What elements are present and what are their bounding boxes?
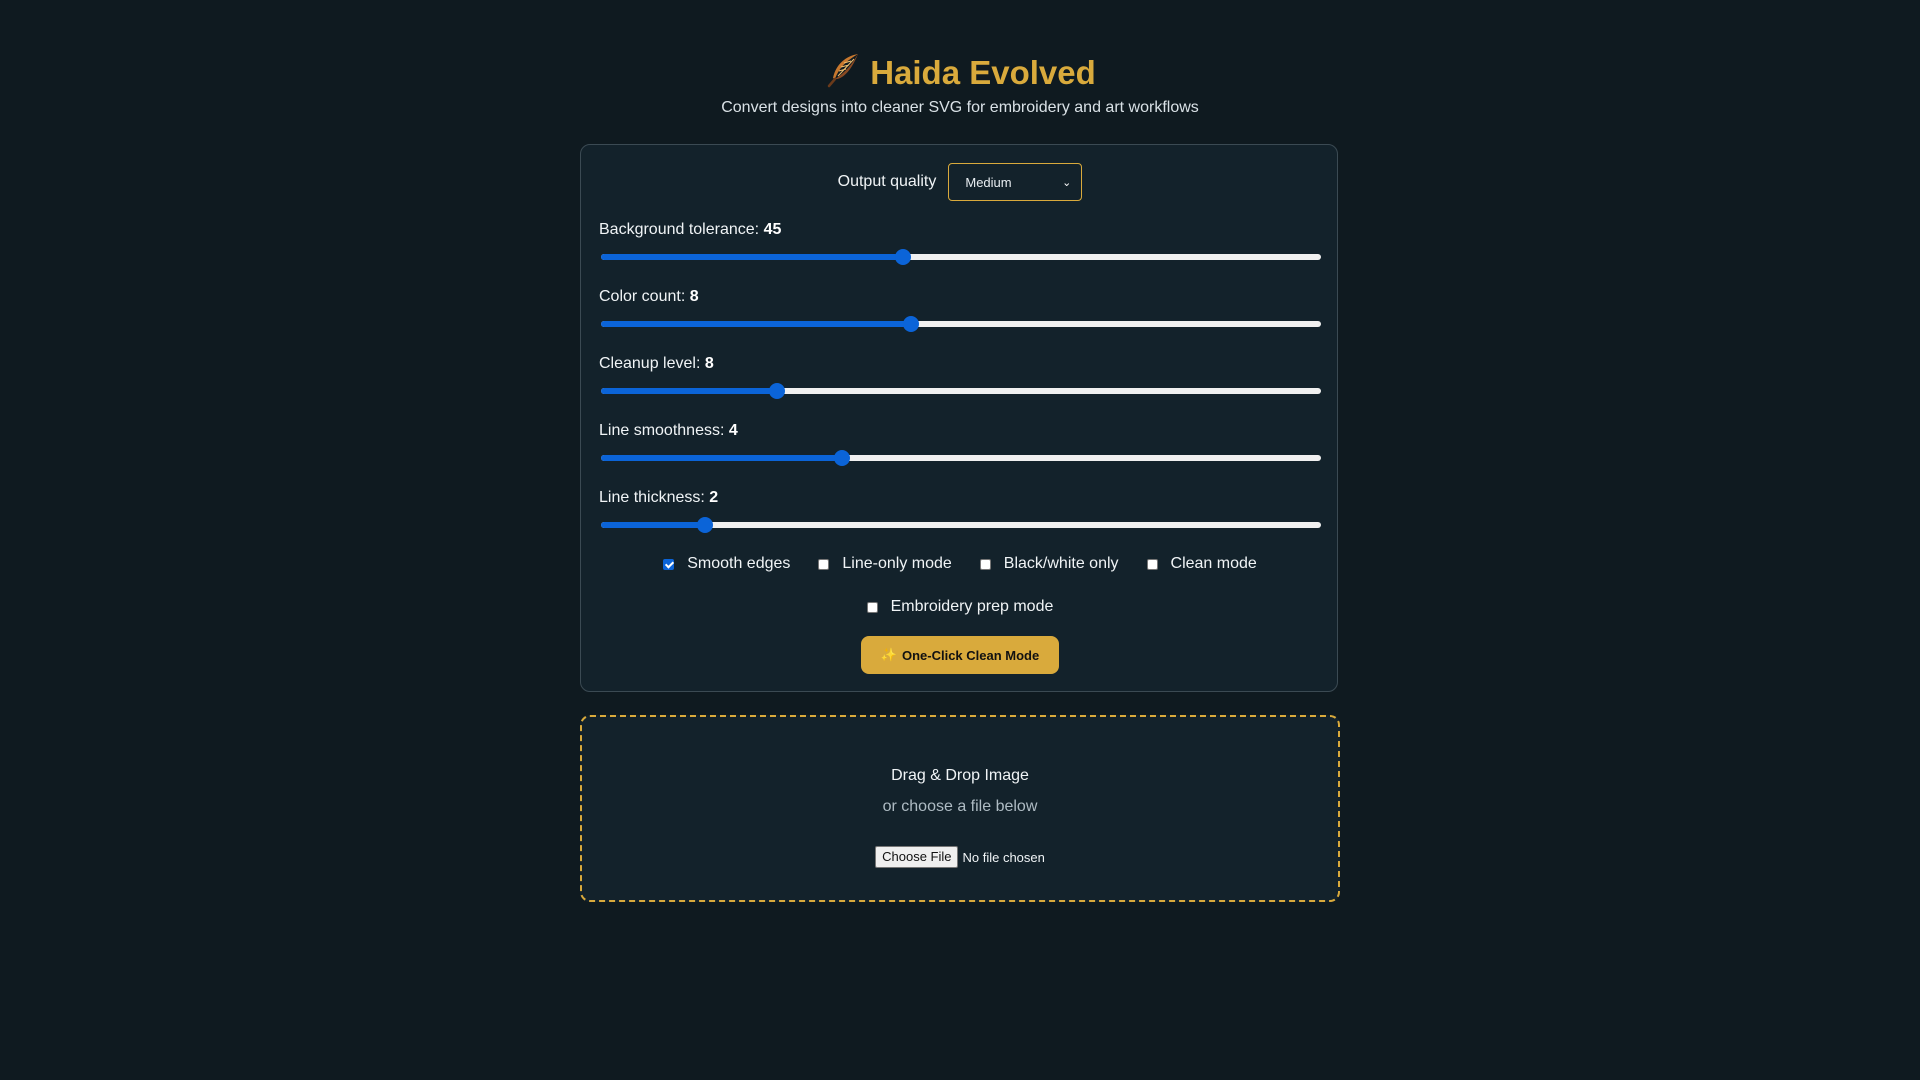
slider-value: 8 (704, 355, 714, 372)
checkbox-label: Black/white only (1003, 555, 1119, 572)
slider-label-text: Line thickness: (599, 489, 705, 506)
settings-panel: Output quality Medium ⌄ Background toler… (580, 144, 1338, 692)
quality-select-value: Medium (965, 174, 1012, 190)
quality-row: Output quality Medium ⌄ (581, 163, 1339, 201)
slider-track[interactable] (601, 249, 1321, 265)
options-row-2: Embroidery prep mode (581, 598, 1339, 616)
checkbox-label: Clean mode (1170, 555, 1257, 572)
one-click-clean-button[interactable]: ✨ One-Click Clean Mode (861, 636, 1059, 674)
checkbox-black-white-only[interactable]: Black/white only (979, 555, 1119, 573)
slider-track[interactable] (601, 450, 1321, 466)
feather-icon (827, 54, 859, 88)
choose-file-button[interactable]: Choose File (875, 846, 959, 868)
slider-value: 4 (728, 422, 738, 439)
slider-line-thickness: Line thickness: 2 (599, 489, 1321, 533)
slider-track[interactable] (601, 383, 1321, 399)
file-status: No file chosen (962, 849, 1045, 865)
checkbox-embroidery-prep-mode[interactable]: Embroidery prep mode (866, 598, 1054, 616)
slider-track[interactable] (601, 316, 1321, 332)
dropzone-subtitle: or choose a file below (882, 798, 1038, 815)
slider-value: 45 (763, 221, 782, 238)
checkbox-line-only-mode[interactable]: Line-only mode (818, 555, 952, 573)
slider-label-text: Background tolerance: (599, 221, 760, 238)
slider-fill (601, 254, 904, 260)
image-dropzone[interactable]: Drag & Drop Image or choose a file below… (580, 715, 1340, 902)
sparkles-icon: ✨ (880, 647, 897, 662)
checkbox[interactable] (663, 558, 675, 570)
quality-select[interactable]: Medium ⌄ (948, 163, 1083, 201)
file-input[interactable]: Choose File No file chosen (582, 846, 1338, 868)
slider-line-smoothness: Line smoothness: 4 (599, 422, 1321, 466)
slider-label: Cleanup level: 8 (599, 355, 1321, 375)
slider-thumb[interactable] (895, 249, 912, 265)
slider-value: 2 (709, 489, 719, 506)
slider-thumb[interactable] (834, 450, 851, 466)
checkbox-label: Embroidery prep mode (890, 598, 1054, 615)
slider-label: Color count: 8 (599, 288, 1321, 308)
quality-label: Output quality (837, 173, 937, 190)
checkbox-label: Smooth edges (687, 555, 791, 572)
slider-label: Background tolerance: 45 (599, 221, 1321, 241)
app-subtitle: Convert designs into cleaner SVG for emb… (721, 99, 1199, 116)
slider-color-count: Color count: 8 (599, 288, 1321, 332)
options-row: Smooth edges Line-only mode Black/white … (581, 555, 1339, 573)
slider-thumb[interactable] (697, 517, 714, 533)
dropzone-title: Drag & Drop Image (891, 767, 1029, 784)
checkbox-smooth-edges[interactable]: Smooth edges (663, 555, 790, 573)
slider-fill (601, 522, 706, 528)
slider-label: Line thickness: 2 (599, 489, 1321, 509)
slider-label: Line smoothness: 4 (599, 422, 1321, 442)
slider-label-text: Color count: (599, 288, 686, 305)
slider-fill (601, 388, 778, 394)
checkbox[interactable] (866, 601, 878, 613)
slider-track[interactable] (601, 517, 1321, 533)
one-click-clean-label: One-Click Clean Mode (901, 647, 1040, 663)
slider-fill (601, 321, 911, 327)
checkbox[interactable] (1146, 558, 1158, 570)
slider-thumb[interactable] (902, 316, 919, 332)
slider-fill (601, 455, 843, 461)
slider-label-text: Line smoothness: (599, 422, 725, 439)
app-title: Haida Evolved (0, 50, 1920, 95)
checkbox-clean-mode[interactable]: Clean mode (1146, 555, 1257, 573)
chevron-down-icon: ⌄ (1062, 176, 1072, 189)
app-title-text: Haida Evolved (870, 54, 1096, 91)
slider-background-tolerance: Background tolerance: 45 (599, 221, 1321, 265)
slider-cleanup-level: Cleanup level: 8 (599, 355, 1321, 399)
slider-label-text: Cleanup level: (599, 355, 701, 372)
checkbox[interactable] (818, 558, 830, 570)
checkbox-label: Line-only mode (842, 555, 952, 572)
checkbox[interactable] (979, 558, 991, 570)
slider-thumb[interactable] (769, 383, 786, 399)
slider-value: 8 (689, 288, 699, 305)
